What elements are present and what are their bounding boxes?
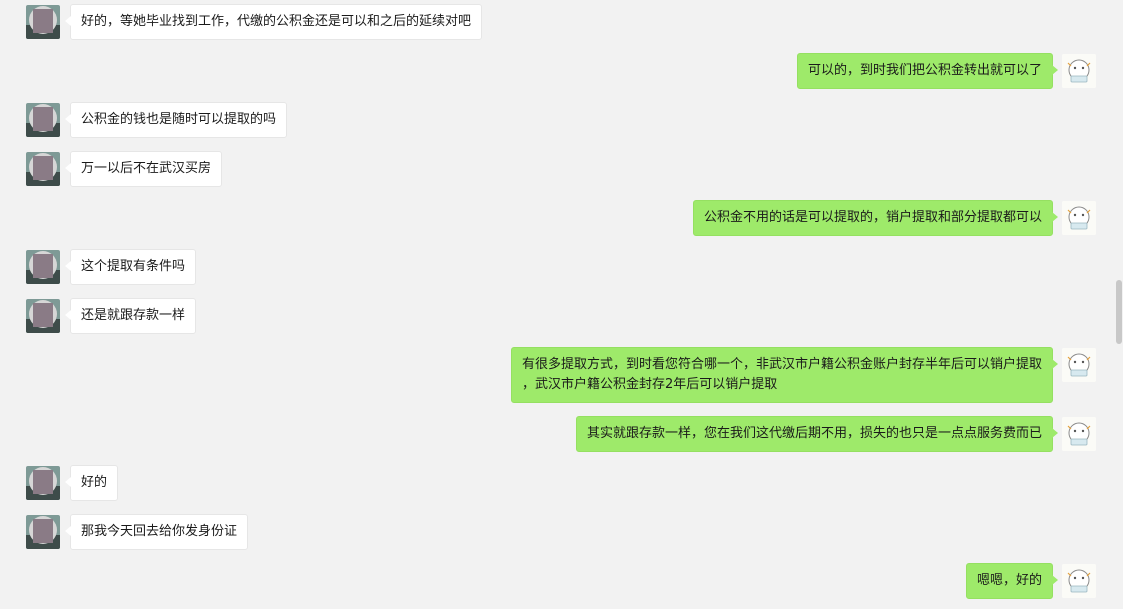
- user-avatar[interactable]: [1062, 54, 1096, 88]
- user-avatar[interactable]: [1062, 564, 1096, 598]
- message-outgoing: 有很多提取方式，到时看您符合哪一个，非武汉市户籍公积金账户封存半年后可以销户提取…: [0, 347, 1123, 407]
- message-incoming: 好的: [0, 465, 1123, 505]
- message-incoming: 好的，等她毕业找到工作，代缴的公积金还是可以和之后的延续对吧: [0, 4, 1123, 44]
- contact-avatar[interactable]: [26, 250, 60, 284]
- message-bubble[interactable]: 嗯嗯，好的: [965, 563, 1059, 599]
- contact-avatar[interactable]: [26, 152, 60, 186]
- message-bubble[interactable]: 万一以后不在武汉买房: [64, 151, 223, 187]
- message-incoming: 万一以后不在武汉买房: [0, 151, 1123, 191]
- message-bubble[interactable]: 这个提取有条件吗: [64, 249, 197, 285]
- contact-avatar[interactable]: [26, 466, 60, 500]
- message-bubble[interactable]: 可以的，到时我们把公积金转出就可以了: [796, 53, 1059, 89]
- message-bubble[interactable]: 还是就跟存款一样: [64, 298, 197, 334]
- user-avatar[interactable]: [1062, 417, 1096, 451]
- message-outgoing: 可以的，到时我们把公积金转出就可以了: [0, 53, 1123, 93]
- message-bubble[interactable]: 好的: [64, 465, 119, 501]
- message-bubble[interactable]: 公积金不用的话是可以提取的，销户提取和部分提取都可以: [692, 200, 1059, 236]
- message-bubble[interactable]: 好的，等她毕业找到工作，代缴的公积金还是可以和之后的延续对吧: [64, 4, 483, 40]
- message-bubble[interactable]: 有很多提取方式，到时看您符合哪一个，非武汉市户籍公积金账户封存半年后可以销户提取…: [510, 347, 1059, 403]
- contact-avatar[interactable]: [26, 299, 60, 333]
- message-incoming: 还是就跟存款一样: [0, 298, 1123, 338]
- message-outgoing: 其实就跟存款一样，您在我们这代缴后期不用，损失的也只是一点点服务费而已: [0, 416, 1123, 456]
- message-outgoing: 嗯嗯，好的: [0, 563, 1123, 603]
- vertical-scrollbar-thumb[interactable]: [1116, 280, 1122, 344]
- message-bubble[interactable]: 那我今天回去给你发身份证: [64, 514, 249, 550]
- chat-message-list[interactable]: 好的，等她毕业找到工作，代缴的公积金还是可以和之后的延续对吧 可以的，到时我们把…: [0, 0, 1123, 609]
- contact-avatar[interactable]: [26, 5, 60, 39]
- contact-avatar[interactable]: [26, 103, 60, 137]
- user-avatar[interactable]: [1062, 348, 1096, 382]
- message-incoming: 公积金的钱也是随时可以提取的吗: [0, 102, 1123, 142]
- contact-avatar[interactable]: [26, 515, 60, 549]
- message-bubble[interactable]: 公积金的钱也是随时可以提取的吗: [64, 102, 288, 138]
- message-bubble[interactable]: 其实就跟存款一样，您在我们这代缴后期不用，损失的也只是一点点服务费而已: [575, 416, 1059, 452]
- message-incoming: 这个提取有条件吗: [0, 249, 1123, 289]
- message-incoming: 那我今天回去给你发身份证: [0, 514, 1123, 554]
- message-outgoing: 公积金不用的话是可以提取的，销户提取和部分提取都可以: [0, 200, 1123, 240]
- user-avatar[interactable]: [1062, 201, 1096, 235]
